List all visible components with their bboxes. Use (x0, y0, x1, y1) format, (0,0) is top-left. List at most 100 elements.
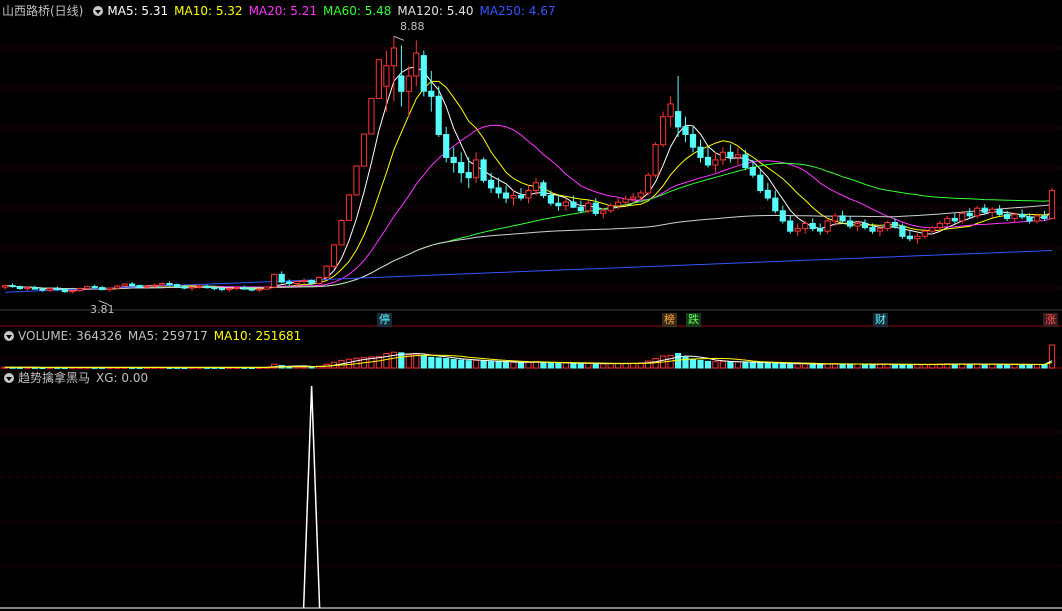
candle-body (129, 283, 136, 287)
candle-body (263, 286, 270, 290)
candle-body (46, 288, 53, 291)
candle-body (323, 265, 330, 278)
ma5-label: MA5: 5.31 (107, 4, 169, 18)
candle-body (794, 228, 801, 232)
candle-body (196, 285, 203, 288)
volume-toggle-icon[interactable] (4, 331, 14, 341)
volume-bar (488, 361, 495, 369)
candle-body (989, 208, 996, 213)
candle-body (233, 287, 240, 290)
candle-body (188, 286, 196, 289)
candle-body (495, 187, 502, 194)
candle-body (181, 286, 188, 289)
candle-body (428, 90, 435, 97)
candle-body (510, 195, 517, 199)
candle-body (278, 273, 285, 283)
candle-body (458, 162, 465, 174)
candle-body (1004, 213, 1011, 219)
candle-body (712, 159, 719, 166)
volume-bar (906, 364, 913, 369)
candle-body (114, 285, 121, 289)
ma10-label: MA10: 5.32 (174, 4, 243, 18)
volume-bar (450, 359, 457, 369)
candle-body (749, 167, 756, 176)
volume-bar (547, 362, 554, 369)
volume-bar (839, 363, 846, 369)
volume-bar (802, 363, 809, 369)
candle-body (480, 159, 487, 181)
volume-bar (577, 363, 584, 369)
volume-bar (555, 362, 562, 369)
candle-body (630, 196, 637, 200)
candle-body (772, 197, 779, 212)
candle-body (675, 111, 682, 128)
volume-bar (891, 363, 898, 369)
indicator-toggle-icon[interactable] (4, 373, 14, 383)
candle-body (921, 230, 928, 237)
volume-bar (742, 361, 749, 369)
volume-bar (435, 357, 442, 369)
candle-body (1019, 213, 1026, 218)
main-panel-header: 山西路桥(日线) MA5: 5.31 MA10: 5.32 MA20: 5.21… (0, 2, 562, 20)
candle-body (959, 212, 966, 222)
volume-bar (779, 363, 786, 369)
candle-body (106, 287, 113, 291)
ma20-line (4, 124, 1053, 290)
candle-body (435, 95, 442, 136)
candle-body (398, 75, 405, 92)
indicator-xg: XG: 0.00 (96, 371, 149, 385)
volume-bar (600, 363, 607, 369)
low-price-label: 3.81 (90, 303, 115, 316)
candle-body (592, 202, 599, 214)
collapse-toggle-icon[interactable] (93, 6, 104, 16)
candle-body (742, 154, 749, 169)
candle-body (271, 273, 278, 288)
volume-bar (847, 363, 854, 369)
candle-body (869, 227, 876, 232)
candle-body (368, 97, 375, 135)
ma20-label: MA20: 5.21 (248, 4, 317, 18)
indicator-panel-header: 趋势擒拿黑马 XG: 0.00 (0, 369, 154, 387)
candle-body (525, 189, 532, 199)
signal-spike (302, 385, 321, 609)
volume-bar (1033, 364, 1041, 369)
candle-body (981, 207, 988, 213)
candle-body (660, 116, 667, 146)
candle-body (667, 103, 674, 118)
candle-body (203, 285, 211, 289)
candle-body (16, 286, 23, 290)
candle-body (39, 288, 46, 291)
candle-body (293, 281, 300, 284)
candle-body (615, 201, 622, 207)
candle-body (585, 202, 592, 212)
volume-bar (383, 353, 390, 369)
candle-body (966, 212, 973, 217)
candle-body (502, 192, 510, 199)
candle-body (682, 126, 689, 135)
ma10-line (4, 80, 1053, 290)
candle-body (24, 287, 31, 290)
candle-body (517, 195, 525, 199)
candle-body (779, 210, 786, 222)
candle-body (330, 244, 338, 267)
candle-body (532, 182, 540, 191)
candle-body (443, 134, 450, 158)
candle-body (54, 288, 61, 291)
volume-bar (480, 360, 487, 369)
volume-bar (697, 359, 704, 369)
candle-body (876, 228, 884, 232)
volume-bar (996, 363, 1003, 369)
volume-bar (458, 359, 465, 369)
marker-bang: 榜 (662, 313, 677, 327)
candle-body (256, 288, 263, 291)
stock-chart[interactable] (0, 0, 1062, 611)
candle-body (390, 47, 397, 67)
volume-bar (585, 363, 592, 369)
candle-body (91, 286, 98, 289)
candle-body (211, 287, 218, 290)
candle-body (861, 223, 869, 229)
candle-body (218, 288, 226, 291)
candle-body (645, 174, 652, 194)
high-price-label: 8.88 (400, 20, 425, 33)
volume-bar (345, 358, 353, 369)
